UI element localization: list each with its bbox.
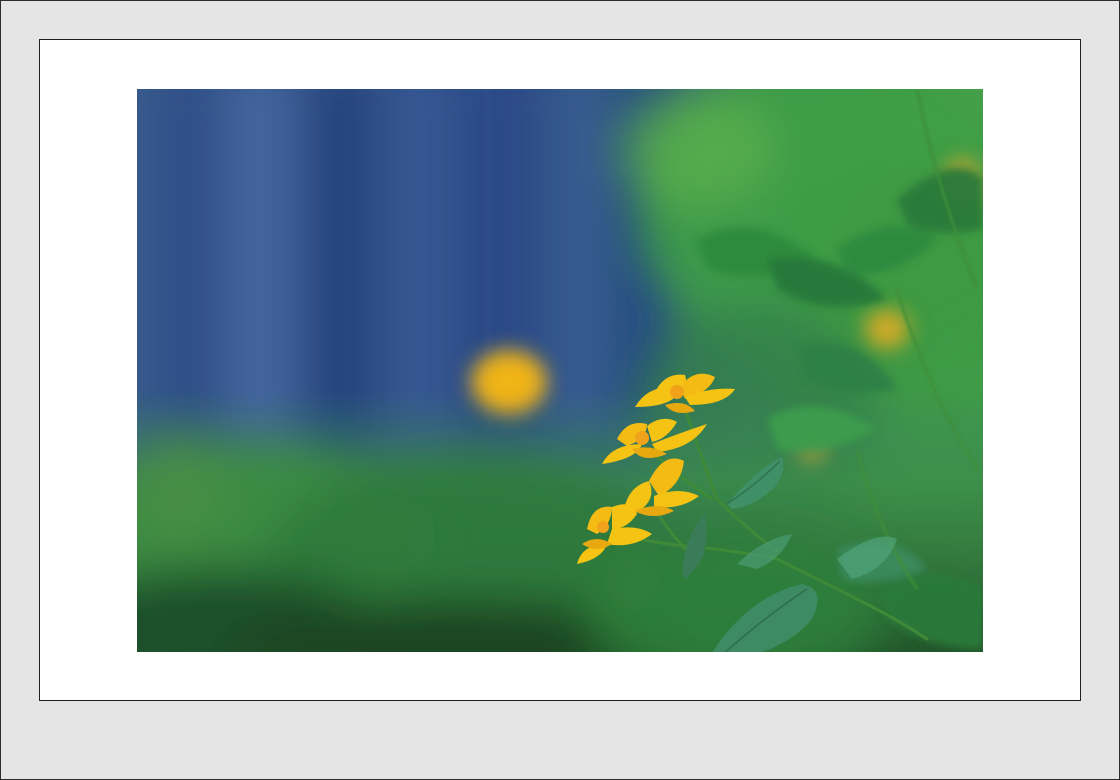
- flower-photograph: [137, 89, 983, 652]
- flower-scene: [137, 89, 983, 652]
- screen-background: [0, 0, 1120, 780]
- photo-mat: [39, 39, 1081, 701]
